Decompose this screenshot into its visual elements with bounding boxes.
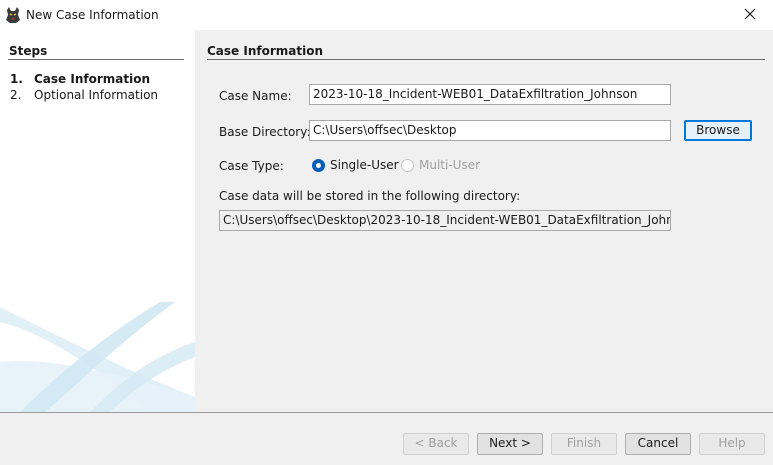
window-title: New Case Information — [26, 8, 159, 22]
step-optional-information: 2. Optional Information — [10, 88, 158, 102]
cancel-button[interactable]: Cancel — [625, 433, 691, 455]
case-type-label: Case Type: — [219, 159, 284, 173]
base-directory-label: Base Directory: — [219, 125, 311, 139]
section-title: Case Information — [207, 44, 323, 58]
storage-note: Case data will be stored in the followin… — [219, 189, 521, 203]
radio-selected-icon — [312, 158, 325, 172]
case-information-panel: Case Information Case Name: 2023-10-18_I… — [195, 30, 773, 412]
browse-button[interactable]: Browse — [684, 120, 752, 141]
step-label: Optional Information — [34, 88, 159, 102]
base-directory-input[interactable]: C:\Users\offsec\Desktop — [309, 120, 671, 141]
multi-user-label: Multi-User — [419, 158, 481, 172]
step-number: 1. — [10, 72, 23, 86]
case-name-input[interactable]: 2023-10-18_Incident-WEB01_DataExfiltrati… — [309, 84, 671, 105]
wizard-footer: < Back Next > Finish Cancel Help — [0, 413, 773, 465]
steps-title: Steps — [9, 44, 48, 58]
storage-path-field: C:\Users\offsec\Desktop\2023-10-18_Incid… — [219, 210, 671, 231]
close-button[interactable] — [727, 0, 773, 30]
title-bar: New Case Information — [0, 0, 773, 30]
step-label: Case Information — [34, 72, 150, 86]
case-name-label: Case Name: — [219, 89, 292, 103]
multi-user-radio[interactable]: Multi-User — [401, 158, 480, 172]
step-number: 2. — [10, 88, 22, 102]
step-case-information: 1. Case Information — [10, 72, 150, 86]
next-button[interactable]: Next > — [477, 433, 543, 455]
autopsy-dog-icon — [4, 6, 22, 24]
decorative-swoosh-art — [0, 302, 195, 412]
back-button[interactable]: < Back — [403, 433, 469, 455]
steps-divider — [8, 59, 184, 60]
section-divider — [207, 59, 765, 60]
finish-button[interactable]: Finish — [551, 433, 617, 455]
radio-unselected-icon — [401, 158, 414, 172]
help-button[interactable]: Help — [699, 433, 765, 455]
close-icon — [744, 8, 756, 23]
steps-panel: Steps 1. Case Information 2. Optional Info… — [0, 30, 195, 412]
single-user-label: Single-User — [330, 158, 399, 172]
single-user-radio[interactable]: Single-User — [312, 158, 399, 172]
